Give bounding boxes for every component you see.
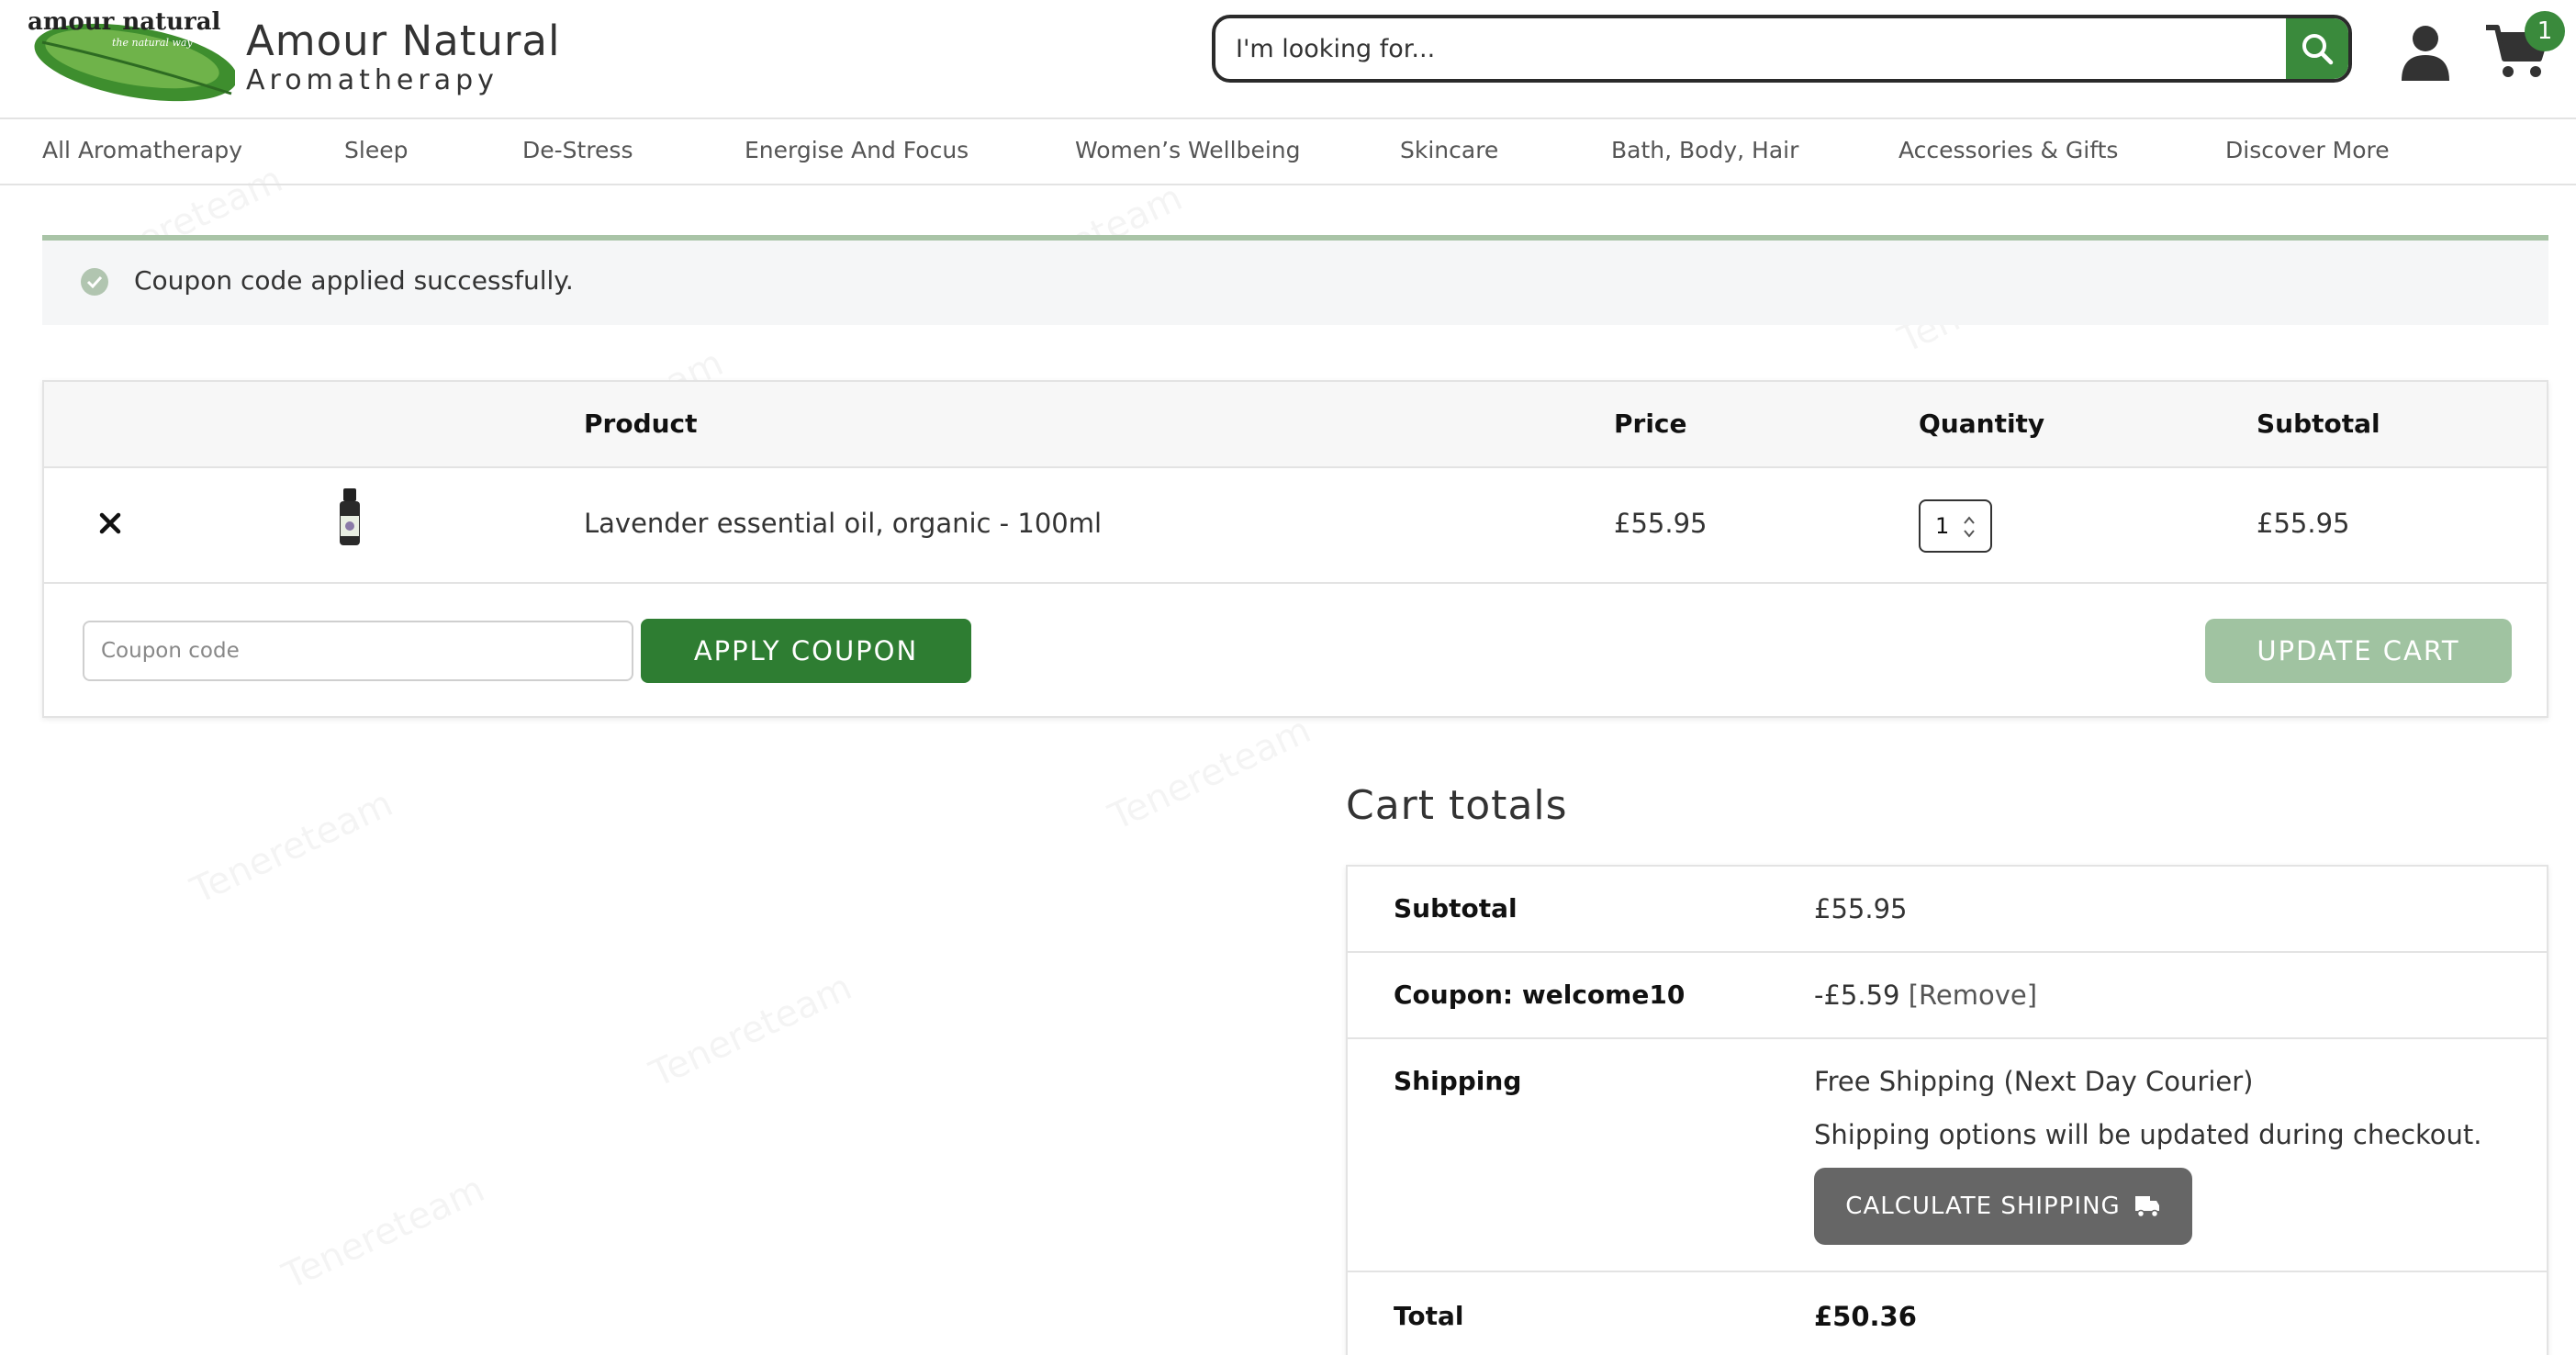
nav-item-accessories-gifts[interactable]: Accessories & Gifts — [1898, 132, 2118, 169]
coupon-label: Coupon: welcome10 — [1394, 980, 1686, 1010]
close-icon — [99, 512, 121, 534]
nav-item-discover-more[interactable]: Discover More — [2225, 132, 2390, 169]
header-quantity: Quantity — [1919, 409, 2045, 439]
total-label: Total — [1394, 1301, 1464, 1331]
shipping-label: Shipping — [1394, 1066, 1522, 1096]
cart-table: Product Price Quantity Subtotal Lavender… — [42, 380, 2548, 718]
cart-totals-table: Subtotal £55.95 Coupon: welcome10 -£5.59… — [1346, 865, 2548, 1355]
user-icon[interactable] — [2400, 24, 2451, 81]
success-notice: Coupon code applied successfully. — [42, 235, 2548, 325]
coupon-discount-value: -£5.59 — [1814, 980, 1900, 1011]
total-value: £50.36 — [1814, 1301, 1917, 1332]
logo-text: amour natural — [28, 8, 221, 36]
totals-row-coupon: Coupon: welcome10 -£5.59 [Remove] — [1348, 953, 2547, 1039]
cart-table-header: Product Price Quantity Subtotal — [44, 382, 2547, 468]
quantity-value: 1 — [1935, 513, 1950, 539]
brand-logo[interactable]: amour natural the natural way — [24, 6, 235, 105]
update-cart-button[interactable]: UPDATE CART — [2205, 619, 2512, 683]
header-price: Price — [1614, 409, 1687, 439]
brand-name: Amour Natural — [246, 17, 561, 65]
nav-item-de-stress[interactable]: De-Stress — [522, 132, 633, 169]
check-icon — [81, 268, 108, 296]
table-row: Lavender essential oil, organic - 100ml … — [44, 468, 2547, 584]
header-product: Product — [584, 409, 698, 439]
brand-subtitle: Aromatherapy — [246, 64, 498, 96]
nav-item-energise-and-focus[interactable]: Energise And Focus — [745, 132, 969, 169]
remove-coupon-link[interactable]: [Remove] — [1909, 980, 2037, 1011]
subtotal-value: £55.95 — [1814, 893, 1908, 924]
search-input[interactable] — [1215, 18, 2271, 79]
cart-count-badge[interactable]: 1 — [2525, 11, 2565, 51]
quantity-stepper[interactable]: 1 — [1919, 499, 1992, 553]
search-icon — [2302, 34, 2334, 65]
watermark: Tenereteam — [185, 782, 398, 912]
totals-row-shipping: Shipping Free Shipping (Next Day Courier… — [1348, 1039, 2547, 1272]
shipping-note: Shipping options will be updated during … — [1814, 1119, 2482, 1150]
product-thumbnail[interactable] — [336, 488, 364, 547]
notice-message: Coupon code applied successfully. — [134, 265, 574, 296]
watermark: Tenereteam — [1103, 709, 1316, 838]
main-nav: All Aromatherapy Sleep De-Stress Energis… — [0, 119, 2576, 185]
totals-row-subtotal: Subtotal £55.95 — [1348, 867, 2547, 953]
logo-tagline: the natural way — [112, 37, 193, 49]
header-subtotal: Subtotal — [2257, 409, 2380, 439]
nav-item-bath-body-hair[interactable]: Bath, Body, Hair — [1611, 132, 1798, 169]
remove-item-button[interactable] — [95, 505, 125, 542]
product-subtotal: £55.95 — [2257, 508, 2350, 539]
truck-icon — [2134, 1196, 2159, 1218]
search-button[interactable] — [2286, 18, 2348, 79]
watermark: Tenereteam — [644, 966, 857, 1095]
nav-item-skincare[interactable]: Skincare — [1400, 132, 1498, 169]
search-bar — [1212, 15, 2352, 83]
brand[interactable]: Amour Natural Aromatherapy — [246, 17, 560, 95]
nav-item-sleep[interactable]: Sleep — [344, 132, 408, 169]
subtotal-label: Subtotal — [1394, 893, 1518, 924]
nav-item-womens-wellbeing[interactable]: Women’s Wellbeing — [1075, 132, 1300, 169]
coupon-discount: -£5.59 [Remove] — [1814, 977, 2037, 1013]
product-name-link[interactable]: Lavender essential oil, organic - 100ml — [584, 505, 1102, 542]
apply-coupon-button[interactable]: APPLY COUPON — [641, 619, 971, 683]
shipping-method: Free Shipping (Next Day Courier) — [1814, 1066, 2254, 1097]
watermark: Tenereteam — [276, 1168, 490, 1297]
calculate-shipping-label: CALCULATE SHIPPING — [1845, 1193, 2121, 1220]
nav-item-all-aromatherapy[interactable]: All Aromatherapy — [42, 132, 242, 169]
coupon-code-input[interactable] — [83, 621, 633, 681]
totals-row-total: Total £50.36 — [1348, 1272, 2547, 1355]
calculate-shipping-button[interactable]: CALCULATE SHIPPING — [1814, 1168, 2192, 1245]
spinner-arrows-icon[interactable] — [1963, 513, 1976, 541]
site-header: amour natural the natural way Amour Natu… — [0, 0, 2576, 119]
cart-totals-title: Cart totals — [1346, 782, 1568, 829]
product-price: £55.95 — [1614, 508, 1708, 539]
